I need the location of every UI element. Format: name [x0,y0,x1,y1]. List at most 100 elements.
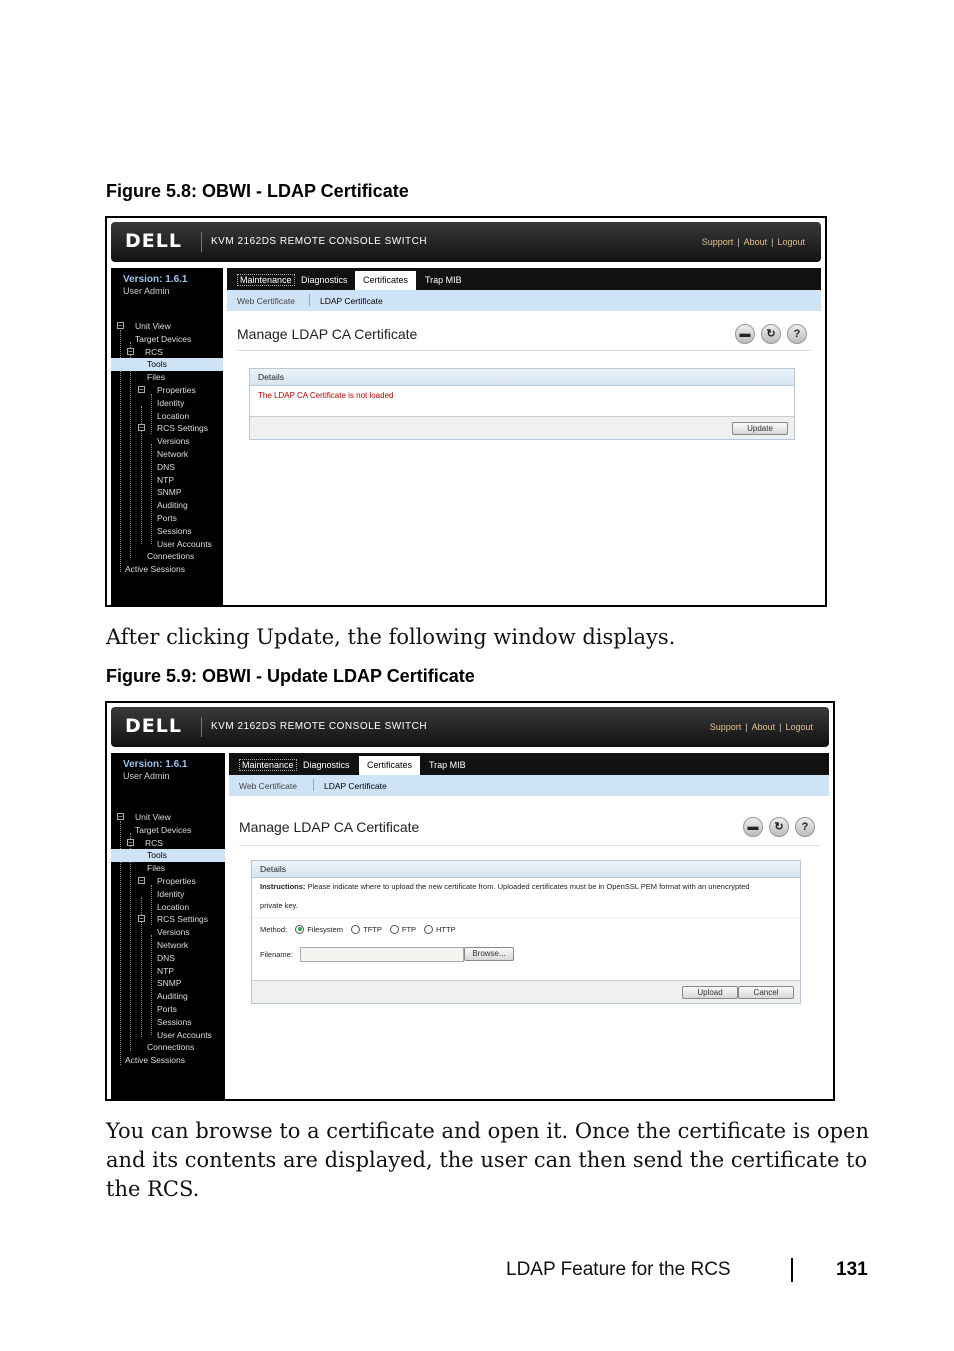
method-filesystem-radio[interactable] [295,924,305,934]
divider [237,350,811,351]
tree-user-accounts[interactable]: User Accounts [111,1029,225,1042]
tree-dns[interactable]: DNS [111,461,223,474]
sidebar: Version: 1.6.1 User Admin – Unit View Tar… [111,753,225,1099]
user-label: User Admin [123,771,170,781]
tree-unit-view[interactable]: – Unit View [111,811,225,824]
refresh-icon[interactable]: ↻ [769,817,789,837]
tree-location[interactable]: Location [111,410,223,423]
cancel-button[interactable]: Cancel [738,986,794,999]
subtab-ldap-certificate[interactable]: LDAP Certificate [324,781,387,791]
method-tftp-radio[interactable] [351,924,361,934]
tree-identity[interactable]: Identity [111,888,225,901]
support-link[interactable]: Support [702,237,734,247]
main-content: Maintenance Diagnostics Certificates Tra… [227,268,821,605]
tree-network[interactable]: Network [111,939,225,952]
tab-trap-mib[interactable]: Trap MIB [417,271,470,290]
tree-target-devices[interactable]: Target Devices [111,333,223,346]
tree-ntp[interactable]: NTP [111,965,225,978]
tree-snmp[interactable]: SNMP [111,977,225,990]
subtab-web-certificate[interactable]: Web Certificate [237,296,295,306]
support-link[interactable]: Support [710,722,742,732]
version-label: Version: 1.6.1 [123,274,188,285]
subtab-web-certificate[interactable]: Web Certificate [239,781,297,791]
tree-connections[interactable]: Connections [111,550,223,563]
details-panel: Details Instructions: Please indicate wh… [251,860,801,1004]
body-text-2: You can browse to a certificate and open… [106,1119,869,1201]
tree-network[interactable]: Network [111,448,223,461]
tab-trap-mib[interactable]: Trap MIB [421,756,474,775]
tree-snmp[interactable]: SNMP [111,486,223,499]
method-row: Method: Filesystem TFTP FTP HTTP [260,924,456,934]
tree-ports[interactable]: Ports [111,512,223,525]
filename-input[interactable] [300,947,464,962]
tree-rcs-settings[interactable]: – RCS Settings [111,913,225,926]
tab-maintenance[interactable]: Maintenance [229,271,303,290]
tree-identity[interactable]: Identity [111,397,223,410]
nav-tree: – Unit View Target Devices – RCS Tools Fil… [111,811,225,1067]
certificate-status: The LDAP CA Certificate is not loaded [258,391,394,400]
instructions-continued: private key. [260,901,298,910]
tree-ntp[interactable]: NTP [111,474,223,487]
header-divider [201,717,202,737]
tree-tools[interactable]: Tools [111,849,225,863]
tree-active-sessions[interactable]: Active Sessions [111,1054,225,1067]
about-link[interactable]: About [752,722,776,732]
tree-rcs[interactable]: – RCS [111,346,223,359]
tab-maintenance[interactable]: Maintenance [231,756,305,775]
subtab-ldap-certificate[interactable]: LDAP Certificate [320,296,383,306]
tree-tools[interactable]: Tools [111,358,223,372]
tree-versions[interactable]: Versions [111,435,223,448]
logout-link[interactable]: Logout [777,237,805,247]
tab-diagnostics[interactable]: Diagnostics [293,271,356,290]
page-number: 131 [836,1259,868,1280]
tree-files[interactable]: Files [111,862,225,875]
tree-properties[interactable]: – Properties [111,875,225,888]
version-label: Version: 1.6.1 [123,759,188,770]
tree-location[interactable]: Location [111,901,225,914]
tab-bar: Maintenance Diagnostics Certificates Tra… [229,753,829,775]
update-button[interactable]: Update [732,422,788,435]
tree-target-devices[interactable]: Target Devices [111,824,225,837]
print-icon[interactable]: ▬ [743,817,763,837]
refresh-icon[interactable]: ↻ [761,324,781,344]
tab-certificates[interactable]: Certificates [355,271,417,290]
sidebar: Version: 1.6.1 User Admin – Unit View Tar… [111,268,223,605]
dell-logo: DELL [125,230,182,252]
tab-certificates[interactable]: Certificates [359,756,421,775]
print-icon[interactable]: ▬ [735,324,755,344]
logout-link[interactable]: Logout [785,722,813,732]
tree-ports[interactable]: Ports [111,1003,225,1016]
help-icon[interactable]: ? [787,324,807,344]
details-header: Details [252,861,800,878]
help-icon[interactable]: ? [795,817,815,837]
tree-rcs-settings[interactable]: – RCS Settings [111,422,223,435]
tree-rcs[interactable]: – RCS [111,837,225,850]
tree-versions[interactable]: Versions [111,926,225,939]
tree-unit-view[interactable]: – Unit View [111,320,223,333]
tree-properties[interactable]: – Properties [111,384,223,397]
browse-button[interactable]: Browse... [464,947,514,961]
tree-connections[interactable]: Connections [111,1041,225,1054]
sub-tab-bar: Web Certificate LDAP Certificate [229,775,829,796]
about-link[interactable]: About [744,237,768,247]
tree-sessions[interactable]: Sessions [111,525,223,538]
method-http-radio[interactable] [423,924,433,934]
divider [239,845,819,846]
product-name: KVM 2162DS REMOTE CONSOLE SWITCH [211,236,428,247]
details-panel: Details The LDAP CA Certificate is not l… [249,368,795,440]
footer-divider [791,1258,793,1282]
tree-sessions[interactable]: Sessions [111,1016,225,1029]
figure-5-9-caption: Figure 5.9: OBWI - Update LDAP Certifica… [106,666,475,686]
dell-logo: DELL [125,715,182,737]
tree-auditing[interactable]: Auditing [111,499,223,512]
tab-diagnostics[interactable]: Diagnostics [295,756,358,775]
tree-user-accounts[interactable]: User Accounts [111,538,223,551]
tree-auditing[interactable]: Auditing [111,990,225,1003]
tree-active-sessions[interactable]: Active Sessions [111,563,223,576]
upload-button[interactable]: Upload [682,986,738,999]
method-ftp-radio[interactable] [389,924,399,934]
tree-files[interactable]: Files [111,371,223,384]
tree-dns[interactable]: DNS [111,952,225,965]
page-title: Manage LDAP CA Certificate [239,819,420,835]
footer-section-title: LDAP Feature for the RCS [506,1259,731,1280]
